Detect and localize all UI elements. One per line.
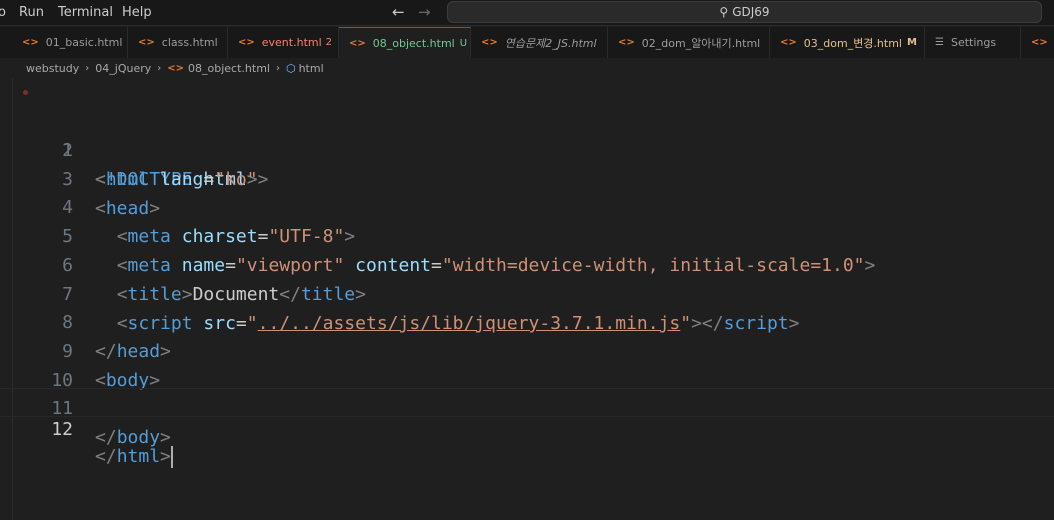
settings-icon: ☰ — [935, 37, 944, 48]
html-file-icon: <> — [349, 37, 366, 49]
code-line[interactable]: 5 <meta name="viewport" content="width=d… — [0, 193, 1054, 276]
command-center-label: GDJ69 — [732, 5, 770, 19]
problem-count-badge: 2 — [325, 37, 333, 48]
chevron-right-icon: › — [275, 62, 280, 74]
code-line-current[interactable]: 12 </html> — [0, 388, 1054, 468]
code-line[interactable]: 10 — [0, 337, 1054, 391]
tab-label: 03_dom_변경.html — [803, 36, 902, 50]
tab-08-object[interactable]: <> 08_object.html U — [339, 27, 471, 58]
line-code: </html> — [95, 446, 173, 468]
title-bar: o Run Terminal Help ← → ⚲ GDJ69 — [0, 0, 1054, 26]
back-arrow-icon[interactable]: ← — [392, 3, 405, 21]
code-line[interactable]: 8 </head> — [0, 279, 1054, 362]
html-file-icon: <> — [22, 37, 39, 48]
code-editor[interactable]: 1 <!DOCTYPE html> 2 <html lang="ko"> 3 <… — [0, 78, 1054, 520]
tab-label: 연습문제2_JS.html — [504, 36, 597, 50]
tab-label: class.html — [161, 36, 218, 49]
symbol-element-icon: ⬡ — [285, 61, 296, 75]
forward-arrow-icon[interactable]: → — [418, 3, 431, 21]
chevron-right-icon: › — [85, 62, 90, 74]
breadcrumb-item[interactable]: 08_object.html — [188, 62, 270, 75]
menu-terminal[interactable]: Terminal — [58, 5, 113, 20]
tab-01-basic[interactable]: <> 01_basic.html — [12, 27, 128, 58]
text-cursor — [170, 446, 173, 468]
breadcrumb-item[interactable]: webstudy — [26, 62, 79, 75]
code-line[interactable]: 6 <title>Document</title> — [0, 222, 1054, 305]
code-line[interactable]: 4 <meta charset="UTF-8"> — [0, 164, 1054, 247]
html-file-icon: <> — [238, 37, 255, 48]
tab-02-dom[interactable]: <> 02_dom_알아내기.html — [608, 27, 770, 58]
html-file-icon: <> — [138, 37, 155, 48]
tab-03-dom[interactable]: <> 03_dom_변경.html M — [770, 27, 925, 58]
breadcrumb: webstudy › 04_jQuery › <> 08_object.html… — [26, 59, 324, 77]
tab-label: 08_object.html — [372, 36, 455, 50]
code-line[interactable]: 3 <head> — [0, 136, 1054, 219]
code-line[interactable]: 2 <html lang="ko"> — [0, 107, 1054, 190]
code-line[interactable]: 9 <body> — [0, 308, 1054, 391]
tab-practice-js[interactable]: <> 연습문제2_JS.html — [471, 27, 608, 58]
tab-label: Settings — [950, 36, 997, 49]
line-number: 12 — [51, 419, 73, 440]
tab-label: event.html — [261, 36, 322, 49]
html-file-icon: <> — [167, 62, 185, 74]
code-line[interactable]: 7 <script src="../../assets/js/lib/jquer… — [0, 251, 1054, 334]
tab-event[interactable]: <> event.html 2 — [228, 27, 339, 58]
menu-run[interactable]: Run — [19, 5, 44, 20]
code-line[interactable]: 1 <!DOCTYPE html> — [0, 78, 1054, 190]
git-status-badge: U — [459, 37, 468, 49]
breakpoint-hint-icon[interactable] — [23, 90, 28, 95]
git-status-badge: M — [906, 37, 917, 48]
chevron-right-icon: › — [157, 62, 162, 74]
tab-label: 01_basic.html — [45, 36, 123, 49]
menu-help[interactable]: Help — [122, 5, 152, 20]
html-file-icon: <> — [1031, 37, 1048, 48]
tab-class[interactable]: <> class.html — [128, 27, 228, 58]
search-icon: ⚲ — [719, 5, 729, 19]
html-file-icon: <> — [618, 37, 635, 48]
menu-item-partial[interactable]: o — [0, 5, 6, 20]
tab-label: 02_dom_알아내기.html — [641, 36, 761, 50]
breadcrumb-item[interactable]: html — [299, 62, 324, 75]
breadcrumb-item[interactable]: 04_jQuery — [95, 62, 151, 75]
editor-tab-bar: <> 01_basic.html <> class.html <> event.… — [0, 27, 1054, 58]
html-file-icon: <> — [780, 37, 797, 48]
tab-settings[interactable]: ☰ Settings — [925, 27, 1021, 58]
command-center[interactable]: ⚲ GDJ69 — [447, 1, 1042, 23]
html-file-icon: <> — [481, 37, 498, 48]
tab-overflow[interactable]: <> 0 — [1021, 27, 1054, 58]
